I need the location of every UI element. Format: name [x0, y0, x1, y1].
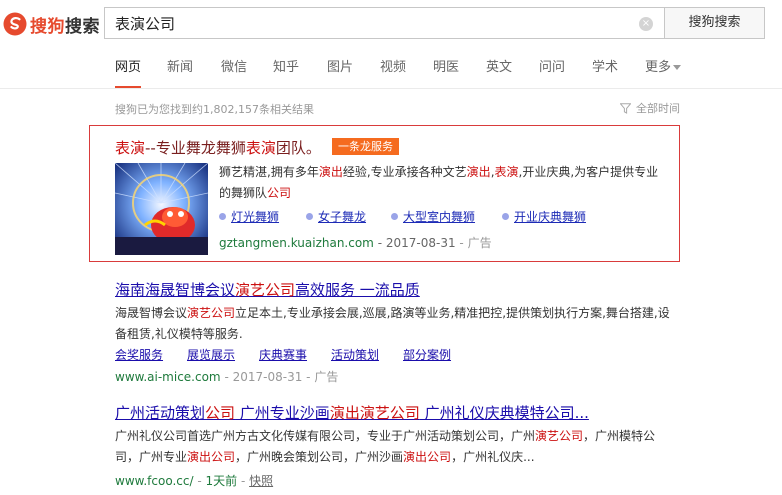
tab-scholar[interactable]: 学术 — [592, 57, 618, 87]
search-result: 海南海晟智博会议演艺公司高效服务 一流品质 海晟智博会议演艺公司立足本土,专业承… — [115, 279, 675, 385]
result-sitelink[interactable]: 部分案例 — [403, 346, 451, 363]
clear-icon[interactable]: × — [639, 17, 653, 31]
ad-sitelink[interactable]: 开业庆典舞狮 — [514, 208, 586, 225]
result-url-line: www.fcoo.cc/ - 1天前 - 快照 — [115, 474, 274, 488]
tab-video[interactable]: 视频 — [380, 57, 406, 87]
result-sitelinks: 会奖服务 展览展示 庆典赛事 活动策划 部分案例 — [115, 346, 675, 364]
result-url[interactable]: www.fcoo.cc/ — [115, 474, 194, 488]
ad-sitelink[interactable]: 大型室内舞狮 — [403, 208, 475, 225]
ad-label: - 广告 — [459, 236, 492, 250]
result-url[interactable]: www.ai-mice.com — [115, 370, 221, 384]
tab-images[interactable]: 图片 — [327, 57, 353, 87]
result-age: 1天前 — [205, 474, 238, 488]
result-description: 广州礼仪公司首选广州方古文化传媒有限公司，专业于广州活动策划公司，广州演艺公司，… — [115, 429, 656, 464]
ad-thumbnail[interactable] — [115, 163, 208, 255]
time-filter[interactable]: 全部时间 — [620, 100, 680, 116]
tab-medical[interactable]: 明医 — [433, 57, 459, 87]
vertical-tabs: 网页 新闻 微信 知乎 图片 视频 明医 英文 问问 学术 更多 — [0, 57, 782, 88]
tab-wenwen[interactable]: 问问 — [539, 57, 565, 87]
result-sitelink[interactable]: 会奖服务 — [115, 346, 163, 363]
snapshot-link[interactable]: 快照 — [249, 474, 273, 488]
search-header: 搜狗搜索 × 搜狗搜索 网页 新闻 微信 知乎 图片 视频 明医 英文 问问 学… — [0, 0, 782, 89]
ad-sitelink[interactable]: 女子舞龙 — [318, 208, 366, 225]
tab-wechat[interactable]: 微信 — [221, 57, 247, 87]
ad-description: 狮艺精湛,拥有多年演出经验,专业承接各种文艺演出,表演,开业庆典,为客户提供专业… — [219, 165, 659, 200]
sogou-logo-icon — [3, 12, 27, 36]
logo-suffix: 搜索 — [65, 16, 100, 37]
ad-result: 表演--专业舞龙舞狮表演团队。 一条龙服务 狮艺精湛,拥有多年演出经验,专业承接… — [89, 125, 680, 262]
result-title[interactable]: 广州活动策划公司 广州专业沙画演出演艺公司 广州礼仪庆典模特公司... — [115, 402, 589, 423]
result-sitelink[interactable]: 展览展示 — [187, 346, 235, 363]
result-description: 海晟智博会议演艺公司立足本土,专业承接会展,巡展,路演等业务,精准把控,提供策划… — [115, 306, 670, 341]
ad-title[interactable]: 表演--专业舞龙舞狮表演团队。 — [115, 137, 321, 158]
tab-english[interactable]: 英文 — [486, 57, 512, 87]
ad-label: - 广告 — [306, 370, 339, 384]
ad-date: - 2017-08-31 — [377, 236, 456, 250]
result-sitelink[interactable]: 庆典赛事 — [259, 346, 307, 363]
ad-url-line: gztangmen.kuaizhan.com - 2017-08-31 - 广告 — [219, 234, 492, 251]
result-date: - 2017-08-31 — [224, 370, 303, 384]
tab-more-label: 更多 — [645, 60, 672, 75]
logo-prefix: 搜狗 — [30, 16, 65, 37]
result-count: 搜狗已为您找到约1,802,157条相关结果 — [115, 103, 314, 116]
caret-down-icon — [673, 65, 682, 70]
search-button[interactable]: 搜狗搜索 — [664, 7, 765, 39]
tab-news[interactable]: 新闻 — [167, 57, 193, 87]
bullet-icon — [219, 213, 226, 220]
bullet-icon — [502, 213, 509, 220]
bullet-icon — [306, 213, 313, 220]
search-box — [104, 7, 664, 39]
time-filter-label: 全部时间 — [636, 102, 680, 115]
filter-icon — [620, 102, 631, 114]
result-title[interactable]: 海南海晟智博会议演艺公司高效服务 一流品质 — [115, 279, 420, 300]
tab-web[interactable]: 网页 — [115, 57, 142, 88]
ad-url[interactable]: gztangmen.kuaizhan.com — [219, 236, 374, 250]
sogou-logo[interactable]: 搜狗搜索 — [3, 10, 100, 38]
search-input[interactable] — [105, 8, 625, 38]
ad-badge: 一条龙服务 — [332, 138, 399, 155]
result-url-line: www.ai-mice.com - 2017-08-31 - 广告 — [115, 368, 675, 385]
search-result: 广州活动策划公司 广州专业沙画演出演艺公司 广州礼仪庆典模特公司... 广州礼仪… — [115, 402, 675, 489]
tab-zhihu[interactable]: 知乎 — [273, 57, 299, 87]
ad-sitelinks: 灯光舞狮 女子舞龙 大型室内舞狮 开业庆典舞狮 — [219, 208, 669, 226]
result-sitelink[interactable]: 活动策划 — [331, 346, 379, 363]
tab-more[interactable]: 更多 — [645, 57, 682, 87]
bullet-icon — [391, 213, 398, 220]
ad-sitelink[interactable]: 灯光舞狮 — [231, 208, 279, 225]
